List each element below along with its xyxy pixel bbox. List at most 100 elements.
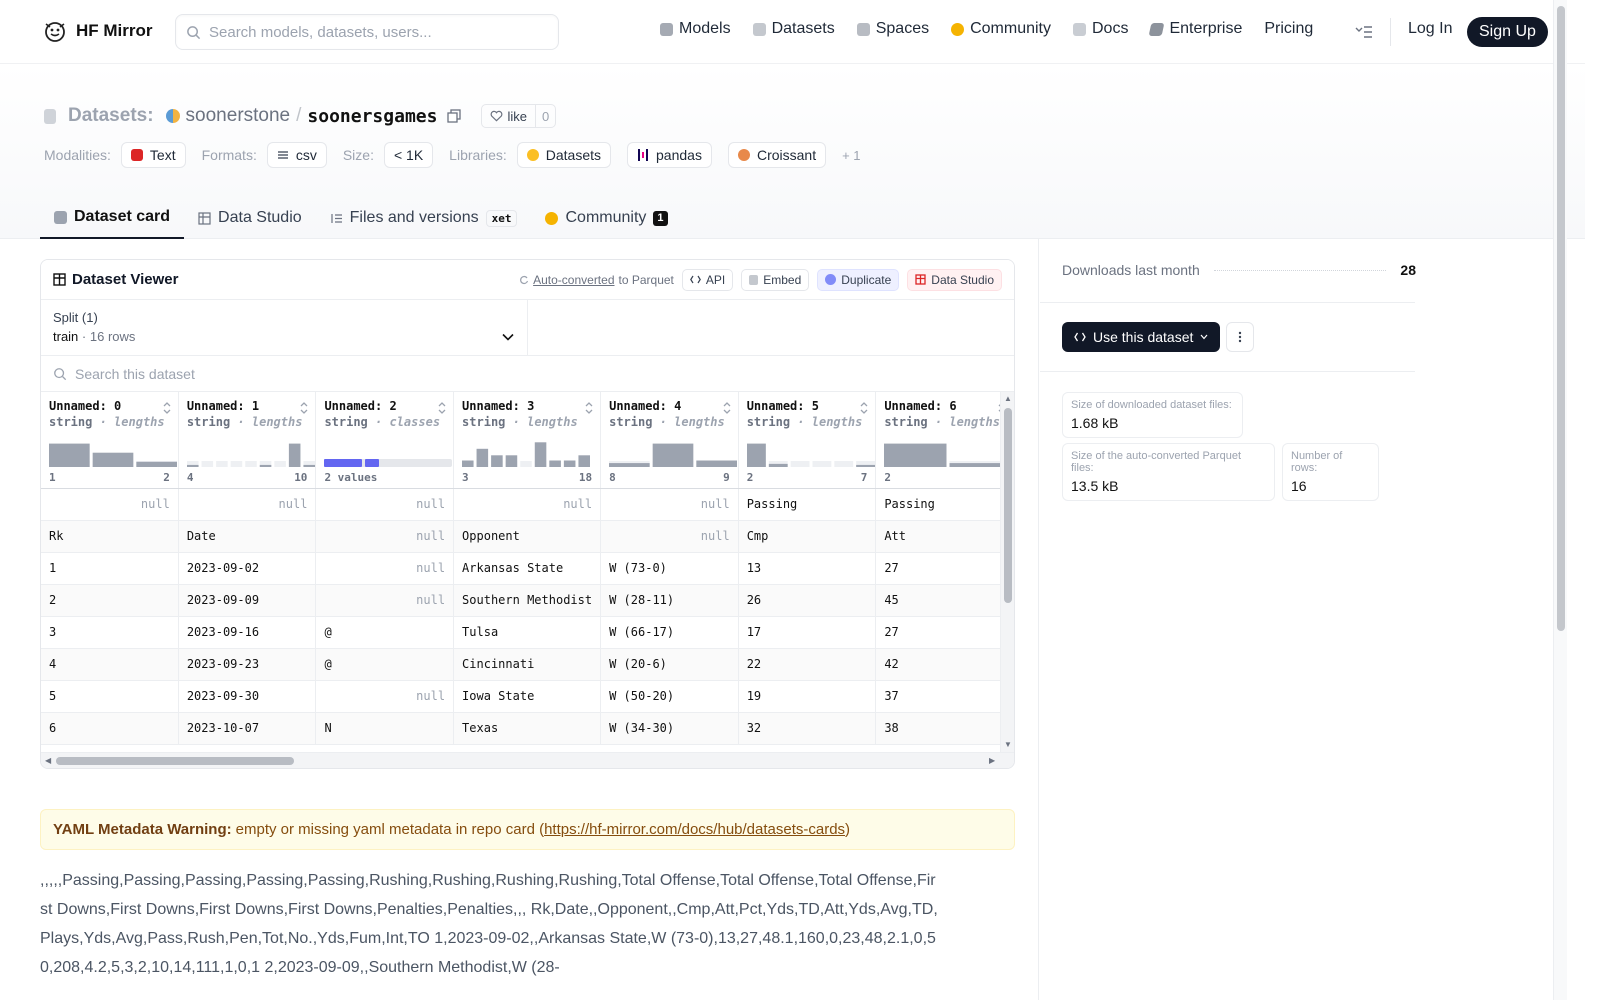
sort-icon[interactable] [437,401,447,415]
table-cell[interactable]: Opponent [453,520,602,553]
table-cell[interactable]: Rk [41,520,179,553]
table-cell[interactable]: Cincinnati [453,648,602,681]
table-cell[interactable]: 2023-09-16 [178,616,317,649]
table-cell[interactable]: null [315,584,455,617]
histogram-bar[interactable] [609,462,650,467]
table-cell[interactable]: Arkansas State [453,552,602,585]
column-header[interactable]: Unnamed: 2 string · classes 2 values [315,392,455,489]
tab-data-studio[interactable]: Data Studio [184,197,316,239]
histogram-bar[interactable] [476,448,489,467]
table-row[interactable]: 5 2023-09-30 null Iowa State W (50-20) 19 37 [41,680,1014,713]
column-histogram[interactable] [884,440,1013,468]
nav-docs[interactable]: Docs [1073,20,1128,38]
table-cell[interactable]: null [315,552,455,585]
column-header[interactable]: Unnamed: 5 string · lengths 2 7 [738,392,877,489]
histogram-bar[interactable] [746,443,766,467]
histogram-bar[interactable] [696,460,738,467]
auto-converted-link[interactable]: Auto-converted [533,273,614,287]
table-cell[interactable]: null [41,488,179,521]
repo-type[interactable]: Datasets: [68,105,154,127]
table-cell[interactable]: 37 [875,680,1014,713]
class-bar[interactable] [365,458,380,467]
table-cell[interactable]: Southern Methodist [453,584,602,617]
tag-pandas[interactable]: pandas [627,142,712,168]
table-cell[interactable]: W (73-0) [600,552,739,585]
table-cell[interactable]: N [315,712,455,745]
menu-more-icon[interactable] [1354,22,1374,42]
histogram-bar[interactable] [186,464,199,467]
table-cell[interactable]: 5 [41,680,179,713]
use-dataset-button[interactable]: Use this dataset [1062,322,1221,352]
table-cell[interactable]: null [315,488,455,521]
split-selector[interactable]: Split (1) train · 16 rows [41,300,528,355]
histogram-bar[interactable] [136,461,177,467]
table-row[interactable]: 2 2023-09-09 null Southern Methodist W (28-1… [41,584,1014,617]
table-row[interactable]: 6 2023-10-07 N Texas W (34-30) 32 38 [41,712,1014,745]
repo-name[interactable]: soonersgames [307,106,437,127]
table-cell[interactable]: W (50-20) [600,680,739,713]
table-cell[interactable]: 32 [738,712,877,745]
table-cell[interactable]: 42 [875,648,1014,681]
table-cell[interactable]: 27 [875,616,1014,649]
table-cell[interactable]: 19 [738,680,877,713]
sort-icon[interactable] [162,401,172,415]
like-button[interactable]: like 0 [481,104,557,128]
vertical-scroll-thumb[interactable] [1004,408,1012,603]
table-cell[interactable]: null [453,488,602,521]
column-header[interactable]: Unnamed: 1 string · lengths 4 10 [178,392,317,489]
api-button[interactable]: API [681,268,734,291]
table-cell[interactable]: 26 [738,584,877,617]
table-cell[interactable]: Passing [875,488,1014,521]
column-histogram[interactable] [324,440,453,468]
sort-icon[interactable] [584,401,594,415]
table-cell[interactable]: Cmp [738,520,877,553]
table-row[interactable]: 3 2023-09-16 @ Tulsa W (66-17) 17 27 [41,616,1014,649]
tag-size[interactable]: < 1K [383,142,434,168]
histogram-bar[interactable] [768,463,788,467]
warning-link[interactable]: https://hf-mirror.com/docs/hub/datasets-… [544,821,845,838]
table-cell[interactable]: 27 [875,552,1014,585]
table-cell[interactable]: 6 [41,712,179,745]
table-row[interactable]: Rk Date null Opponent null Cmp Att [41,520,1014,553]
tag-text[interactable]: Text [120,142,186,168]
column-header[interactable]: Unnamed: 6 string · lengths 2 [875,392,1014,489]
nav-pricing[interactable]: Pricing [1264,20,1313,38]
histogram-bar[interactable] [549,460,561,467]
nav-datasets[interactable]: Datasets [752,20,835,38]
table-cell[interactable]: 2 [41,584,179,617]
table-row[interactable]: 1 2023-09-02 null Arkansas State W (73-0) 13 2… [41,552,1014,585]
global-search-input[interactable] [209,23,539,41]
tag-csv[interactable]: csv [266,142,327,168]
nav-enterprise[interactable]: Enterprise [1149,20,1242,38]
tab-dataset-card[interactable]: Dataset card [40,197,185,239]
column-header[interactable]: Unnamed: 4 string · lengths 8 9 [600,392,739,489]
column-header[interactable]: Unnamed: 0 string · lengths 1 2 [41,392,179,489]
table-cell[interactable]: 2023-10-07 [178,712,317,745]
histogram-bar[interactable] [259,464,272,467]
nav-community[interactable]: Community [951,20,1051,38]
nav-spaces[interactable]: Spaces [856,20,929,38]
table-cell[interactable]: 13 [738,552,877,585]
class-bar[interactable] [324,458,363,467]
histogram-bar[interactable] [491,454,503,467]
more-options-button[interactable] [1226,322,1254,352]
sort-icon[interactable] [722,401,732,415]
sort-icon[interactable] [299,401,309,415]
more-tags[interactable]: + 1 [842,148,860,163]
table-cell[interactable]: 38 [875,712,1014,745]
column-histogram[interactable] [462,440,591,468]
dataset-search[interactable] [41,356,1014,392]
histogram-bar[interactable] [534,441,547,467]
table-row[interactable]: null null null null null Passing Passing [41,488,1014,521]
table-cell[interactable]: 2023-09-30 [178,680,317,713]
histogram-bar[interactable] [505,454,518,467]
histogram-bar[interactable] [578,454,591,467]
column-histogram[interactable] [49,440,177,468]
table-cell[interactable]: null [600,488,739,521]
page-scrollbar[interactable] [1553,0,1567,1000]
nav-models[interactable]: Models [660,20,731,38]
table-cell[interactable]: 1 [41,552,179,585]
histogram-bar[interactable] [462,460,474,467]
table-cell[interactable]: 45 [875,584,1014,617]
embed-button[interactable]: Embed [741,268,810,291]
